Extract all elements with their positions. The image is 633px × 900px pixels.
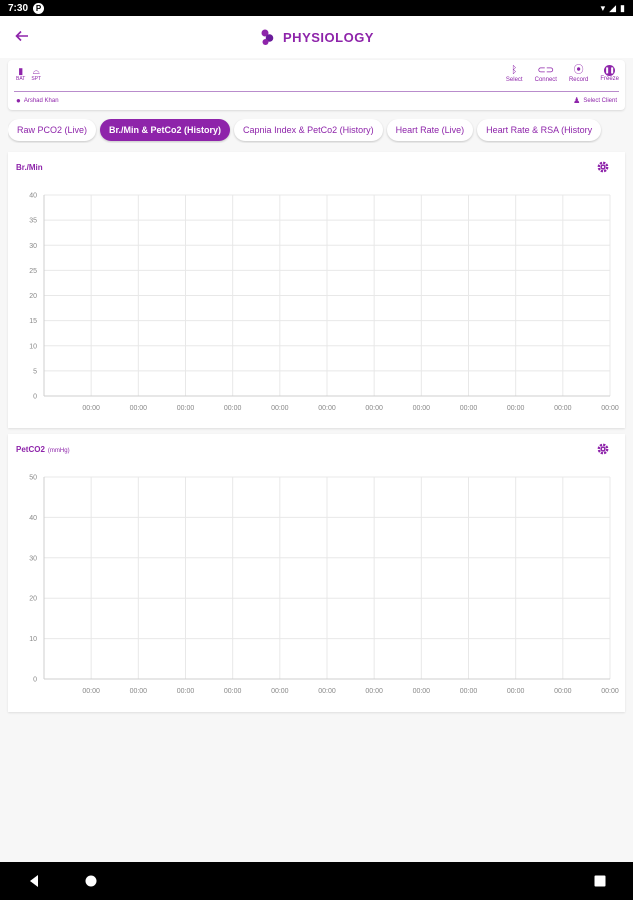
- x-tick-label: 00:00: [224, 405, 242, 412]
- x-tick-label: 00:00: [224, 688, 242, 695]
- x-tick-label: 00:00: [554, 688, 572, 695]
- freeze-button[interactable]: ❚❚ Freeze: [600, 64, 619, 83]
- sensor-stat: ⌓ SPT: [31, 66, 41, 82]
- y-tick-label: 40: [29, 515, 37, 522]
- y-tick-label: 10: [29, 636, 37, 643]
- pause-icon: ❚❚: [604, 65, 616, 76]
- x-tick-label: 00:00: [413, 688, 431, 695]
- breath-rate-chart-card: Br./Min 40 35 30 25 20 15 10 5 0 00:00 00:00 00:00 0…: [8, 152, 625, 428]
- tab-heart-rate-live[interactable]: Heart Rate (Live): [386, 119, 474, 141]
- signal-icon: ◢: [609, 2, 617, 13]
- back-nav-icon[interactable]: [27, 874, 41, 888]
- link-icon: ⊂⊃: [537, 65, 555, 76]
- status-bar: 7:30 P ▾ ◢ ▮: [0, 0, 633, 16]
- connect-label: Connect: [534, 77, 557, 83]
- x-tick-label: 00:00: [460, 405, 478, 412]
- battery-stat: ▮ BAT: [16, 66, 25, 82]
- bluetooth-icon: ᛒ: [511, 65, 518, 76]
- connect-button[interactable]: ⊂⊃ Connect: [535, 64, 557, 83]
- battery-icon: ▮: [18, 66, 24, 76]
- user-name: Arshad Khan: [23, 97, 59, 104]
- page-title: PHYSIOLOGY: [283, 29, 374, 45]
- x-tick-label: 00:00: [82, 688, 100, 695]
- x-tick-label: 00:00: [365, 405, 383, 412]
- x-tick-label: 00:00: [177, 405, 195, 412]
- x-tick-label: 00:00: [318, 688, 336, 695]
- app-bar: PHYSIOLOGY: [0, 16, 633, 58]
- status-time: 7:30: [8, 2, 29, 14]
- recents-nav-icon[interactable]: [593, 874, 607, 888]
- freeze-label: Freeze: [600, 76, 619, 82]
- device-panel: ▮ BAT ⌓ SPT ᛒ Select ⊂⊃ Connect ⦿ Record…: [8, 60, 625, 110]
- record-label: Record: [568, 77, 589, 83]
- x-tick-label: 00:00: [601, 688, 619, 695]
- y-tick-label: 30: [29, 555, 37, 562]
- tab-raw-pco2-live[interactable]: Raw PCO2 (Live): [8, 119, 97, 141]
- battery-label: BAT: [16, 76, 26, 82]
- tab-br-min-petco2-history[interactable]: Br./Min & PetCo2 (History): [100, 119, 231, 141]
- tab-heart-rate-rsa-history[interactable]: Heart Rate & RSA (History: [477, 119, 602, 141]
- y-tick-label: 35: [29, 218, 37, 225]
- tab-capnia-index-petco2-history[interactable]: Capnia Index & PetCo2 (History): [234, 119, 383, 141]
- home-nav-icon[interactable]: [84, 874, 98, 888]
- x-tick-label: 00:00: [601, 405, 619, 412]
- x-tick-label: 00:00: [460, 688, 478, 695]
- sensor-label: SPT: [31, 76, 42, 82]
- x-tick-label: 00:00: [130, 688, 148, 695]
- select-client-label: Select Client: [583, 97, 617, 104]
- y-tick-label: 5: [33, 368, 37, 375]
- chart-tabs: Raw PCO2 (Live) Br./Min & PetCo2 (History…: [8, 119, 633, 143]
- select-client-button[interactable]: ♟ Select Client: [573, 96, 617, 105]
- x-tick-label: 00:00: [177, 688, 195, 695]
- y-tick-label: 0: [33, 677, 37, 684]
- battery-status-icon: ▮: [620, 2, 625, 13]
- record-icon: ⦿: [573, 65, 584, 76]
- x-tick-label: 00:00: [413, 405, 431, 412]
- y-tick-label: 20: [29, 293, 37, 300]
- app-logo-icon: [261, 29, 274, 45]
- x-tick-label: 00:00: [271, 688, 289, 695]
- breath-rate-chart: 40 35 30 25 20 15 10 5 0 00:00 00:00 00:00 00:00 00:0…: [29, 193, 619, 413]
- x-tick-label: 00:00: [271, 405, 289, 412]
- petco2-chart-card: PetCO2 (mmHg) 50 40 30 20 10 0 00:00 00:00 00:00 0…: [8, 434, 625, 712]
- y-tick-label: 15: [29, 318, 37, 325]
- x-tick-label: 00:00: [130, 405, 148, 412]
- record-button[interactable]: ⦿ Record: [569, 64, 588, 83]
- user-info: ● Arshad Khan: [16, 96, 59, 105]
- sensor-icon: ⌓: [32, 66, 40, 76]
- y-tick-label: 0: [33, 394, 37, 401]
- x-tick-label: 00:00: [318, 405, 336, 412]
- y-tick-label: 30: [29, 243, 37, 250]
- person-icon: ●: [16, 96, 21, 105]
- y-tick-label: 50: [29, 475, 37, 482]
- system-nav-bar: [0, 862, 633, 900]
- y-tick-label: 40: [29, 193, 37, 200]
- x-tick-label: 00:00: [507, 688, 525, 695]
- x-tick-label: 00:00: [554, 405, 572, 412]
- x-tick-label: 00:00: [365, 688, 383, 695]
- x-tick-label: 00:00: [82, 405, 100, 412]
- wifi-icon: ▾: [600, 2, 606, 13]
- select-device-button[interactable]: ᛒ Select: [506, 64, 523, 83]
- y-tick-label: 10: [29, 343, 37, 350]
- select-device-label: Select: [505, 77, 523, 83]
- client-icon: ♟: [573, 96, 581, 105]
- y-tick-label: 25: [29, 268, 37, 275]
- x-tick-label: 00:00: [507, 405, 525, 412]
- petco2-chart: 50 40 30 20 10 0 00:00 00:00 00:00 00:00 00:00 00:0…: [29, 475, 619, 696]
- divider: [14, 91, 619, 92]
- app-notification-icon: P: [33, 2, 45, 14]
- y-tick-label: 20: [29, 596, 37, 603]
- back-arrow-icon[interactable]: [10, 24, 34, 48]
